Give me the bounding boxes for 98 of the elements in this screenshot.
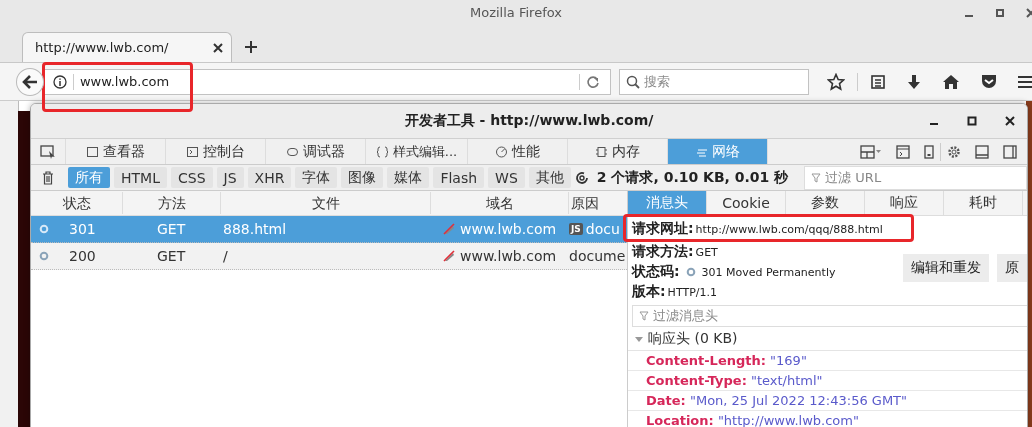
details-tab[interactable]: Cookie xyxy=(707,191,786,215)
devtools-tab[interactable]: 样式编辑... xyxy=(366,139,468,164)
plus-icon[interactable] xyxy=(244,40,258,54)
cause-cell: docume xyxy=(569,248,626,264)
chip-icon xyxy=(595,145,608,158)
request-summary: 2 个请求, 0.10 KB, 0.01 秒 xyxy=(596,168,789,187)
domain-cell: www.lwb.com xyxy=(460,221,557,237)
field-value: HTTP/1.1 xyxy=(667,285,717,299)
devtools-title: 开发者工具 - http://www.lwb.com/ xyxy=(404,112,654,130)
filter-button[interactable]: Flash xyxy=(433,167,485,188)
close-icon[interactable] xyxy=(213,42,223,53)
column-header[interactable]: 状态 xyxy=(31,192,123,214)
section-header[interactable]: 响应头 (0 KB) xyxy=(628,328,1027,351)
status-dot-icon xyxy=(39,251,49,261)
pointer-icon[interactable] xyxy=(40,144,56,159)
settings-icon[interactable] xyxy=(947,144,961,159)
filter-button[interactable]: XHR xyxy=(247,167,292,188)
braces-icon xyxy=(375,145,389,158)
details-tab[interactable]: 耗时 xyxy=(944,191,1023,215)
back-button[interactable] xyxy=(16,67,44,96)
square-icon xyxy=(86,145,99,158)
status-dot-icon xyxy=(39,224,49,234)
download-icon[interactable] xyxy=(906,73,922,90)
devtools-tab[interactable]: 性能 xyxy=(468,139,568,164)
type-badge: JS xyxy=(569,223,583,235)
status-code: 301 xyxy=(69,221,96,237)
filter-button[interactable]: CSS xyxy=(170,167,213,188)
close-icon[interactable] xyxy=(1005,116,1015,126)
info-icon[interactable] xyxy=(52,74,67,89)
column-header[interactable]: 域名 xyxy=(431,192,569,214)
search-icon xyxy=(626,74,641,89)
header-filter-field[interactable]: 过滤消息头 xyxy=(632,305,1027,327)
url-filter-field[interactable]: 过滤 URL xyxy=(804,165,1027,190)
status-dot-icon xyxy=(685,267,696,277)
dock-bottom-icon[interactable] xyxy=(975,144,989,159)
layout-icon[interactable] xyxy=(860,144,882,159)
dock-side-icon[interactable] xyxy=(1003,144,1017,159)
expand-arrow-icon[interactable] xyxy=(634,334,644,344)
funnel-icon xyxy=(811,172,822,183)
request-row[interactable]: 301 GET 888.html www.lwb.com JS docu xyxy=(31,216,627,243)
filter-button[interactable]: 媒体 xyxy=(387,167,430,188)
maximize-icon[interactable] xyxy=(996,8,1004,17)
action-button[interactable]: 原 xyxy=(997,254,1027,282)
file-cell-text: 888.html xyxy=(222,221,288,237)
list-icon[interactable] xyxy=(870,73,886,90)
column-header[interactable]: 文件 xyxy=(221,192,431,214)
domain-cell: www.lwb.com xyxy=(460,248,557,264)
devtools-tab[interactable]: 调试器 xyxy=(266,139,366,164)
field-label: 版本: xyxy=(632,283,666,301)
filter-button[interactable]: WS xyxy=(488,167,525,188)
filter-button[interactable]: 图像 xyxy=(341,167,384,188)
console-icon xyxy=(186,145,199,158)
timer-icon[interactable] xyxy=(574,170,589,185)
field-label: 请求网址: xyxy=(632,220,694,238)
header-entry: Content-Length: "169" xyxy=(646,353,807,368)
details-tab[interactable]: 响应 xyxy=(865,191,944,215)
browser-tab[interactable]: http://www.lwb.com/ xyxy=(22,32,232,62)
devtools-tab[interactable]: 控制台 xyxy=(166,139,266,164)
console-icon[interactable] xyxy=(896,144,910,159)
method-cell-text: GET xyxy=(156,248,187,264)
request-row[interactable]: 200 GET / www.lwb.com docume xyxy=(31,243,627,270)
filter-button[interactable]: JS xyxy=(216,167,244,188)
header-entry: Content-Type: "text/html" xyxy=(646,373,823,388)
method-cell-text: GET xyxy=(156,221,187,237)
phone-icon[interactable] xyxy=(924,144,934,159)
broken-lock-icon xyxy=(443,223,455,235)
field-label: 状态码: xyxy=(632,263,680,281)
cause-cell: docu xyxy=(585,221,620,237)
header-entry: Location: "http://www.lwb.com" xyxy=(646,413,859,427)
reload-icon[interactable] xyxy=(586,74,601,89)
home-icon[interactable] xyxy=(942,73,960,90)
field-value: http://www.lwb.com/qqq/888.html xyxy=(695,222,883,236)
trash-icon[interactable] xyxy=(42,170,54,185)
details-tab[interactable]: 参数 xyxy=(786,191,865,215)
funnel-icon xyxy=(639,311,649,321)
column-header[interactable]: 方法 xyxy=(123,192,221,214)
filter-button[interactable]: HTML xyxy=(114,167,167,188)
shield-icon[interactable] xyxy=(980,73,998,90)
menu-icon[interactable] xyxy=(1018,74,1032,89)
star-icon[interactable] xyxy=(827,72,845,91)
column-header[interactable]: 原因 xyxy=(569,192,627,214)
filter-button[interactable]: 其他 xyxy=(528,167,571,188)
window-title: Mozilla Firefox xyxy=(470,5,562,20)
devtools-tab[interactable]: 查看器 xyxy=(66,139,166,164)
action-button[interactable]: 编辑和重发 xyxy=(903,254,989,282)
back-arrow-icon xyxy=(22,74,38,89)
search-field[interactable]: 搜索 xyxy=(619,68,809,95)
file-cell-text: / xyxy=(222,248,229,264)
broken-lock-icon xyxy=(443,250,455,262)
header-entry: Date: "Mon, 25 Jul 2022 12:43:56 GMT" xyxy=(646,393,908,408)
field-value: 301 Moved Permanently xyxy=(701,265,836,279)
maximize-icon[interactable] xyxy=(967,116,977,126)
gauge-icon xyxy=(495,145,508,158)
filter-button[interactable]: 字体 xyxy=(295,167,338,188)
address-bar[interactable]: www.lwb.com xyxy=(43,68,612,95)
status-code: 200 xyxy=(69,248,96,264)
field-value: GET xyxy=(695,245,718,259)
field-label: 请求方法: xyxy=(632,243,694,261)
